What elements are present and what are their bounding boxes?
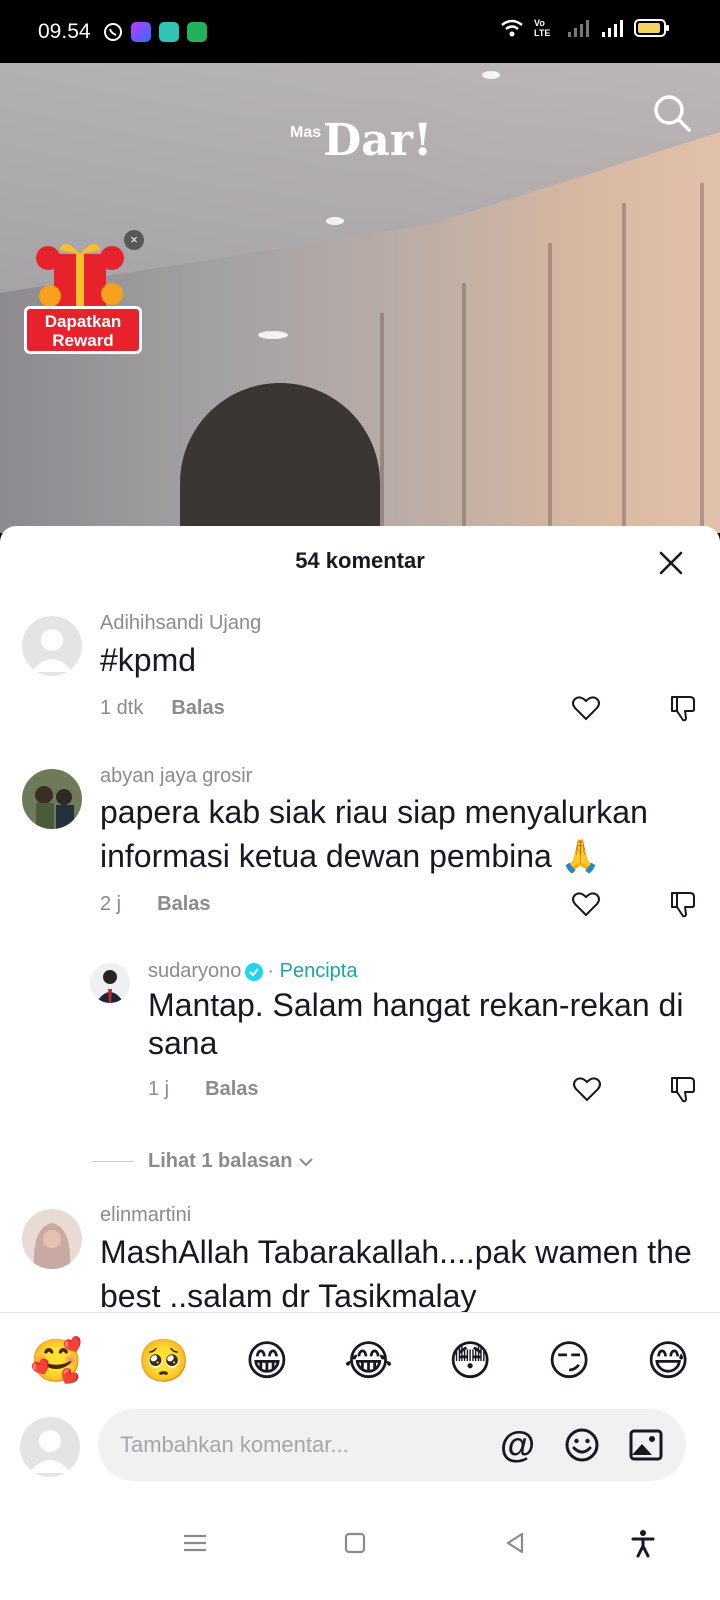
wifi-icon xyxy=(501,19,523,37)
emoji-button[interactable]: 🥺 xyxy=(137,1335,189,1387)
logo-main-text: Dar! xyxy=(323,115,433,166)
app-chat-icon xyxy=(158,21,179,42)
user-photo-icon xyxy=(22,769,82,829)
app-cube-icon xyxy=(130,21,151,42)
emoji-quick-row: 🥰 🥺 😁 😂 😳 😏 😅 xyxy=(30,1335,690,1387)
input-row: @ xyxy=(20,1409,700,1481)
video-wall-panel xyxy=(548,243,552,533)
reply-author-line: sudaryono · Pencipta xyxy=(148,960,357,983)
emoji-button[interactable]: 😂 xyxy=(344,1335,393,1387)
emoji-button[interactable]: 🥰 xyxy=(30,1335,82,1387)
system-nav-bar xyxy=(0,1500,720,1600)
menu-icon[interactable] xyxy=(180,1528,210,1558)
video-wall-panel xyxy=(380,313,384,533)
status-indicators: Vo LTE xyxy=(500,18,670,38)
emoji-button[interactable]: 😏 xyxy=(547,1335,591,1387)
video-light xyxy=(326,217,344,225)
reward-label-line1: Dapatkan xyxy=(44,312,122,331)
creator-badge: Pencipta xyxy=(279,960,358,982)
divider xyxy=(92,1161,134,1162)
avatar[interactable] xyxy=(90,963,130,1003)
back-icon[interactable] xyxy=(500,1528,530,1558)
user-photo-icon xyxy=(22,1209,82,1269)
reward-widget[interactable]: Dapatkan Reward × xyxy=(12,226,148,354)
video-wall-panel xyxy=(700,183,704,533)
video-player[interactable]: MasDar! Dapatkan Reward × xyxy=(0,63,720,533)
gift-icon xyxy=(36,243,124,307)
creator-photo-icon xyxy=(90,963,130,1003)
mention-icon[interactable]: @ xyxy=(500,1427,536,1463)
reply-button[interactable]: Balas xyxy=(171,697,224,720)
dislike-icon[interactable] xyxy=(668,693,698,723)
reward-close-icon[interactable]: × xyxy=(124,230,144,250)
comment-composer: 🥰 🥺 😁 😂 😳 😏 😅 @ xyxy=(0,1312,720,1500)
heart-icon[interactable] xyxy=(571,889,601,919)
status-bar: 09.54 Vo LTE xyxy=(0,0,720,63)
status-time: 09.54 xyxy=(38,19,91,43)
emoji-button[interactable]: 😅 xyxy=(646,1335,690,1387)
accessibility-icon[interactable] xyxy=(628,1528,658,1558)
comment-author[interactable]: elinmartini xyxy=(100,1204,191,1227)
image-icon[interactable] xyxy=(628,1427,664,1463)
view-replies-label: Lihat 1 balasan xyxy=(148,1150,293,1172)
signal-2-icon xyxy=(602,20,623,37)
reply-button[interactable]: Balas xyxy=(205,1078,258,1101)
comment-text: MashAllah Tabarakallah....pak wamen the … xyxy=(100,1234,692,1314)
verified-badge-icon xyxy=(245,962,264,981)
comment-meta: 1 j Balas xyxy=(148,1078,259,1101)
status-app-icons xyxy=(103,21,207,42)
default-avatar-icon xyxy=(20,1417,80,1477)
comment-author[interactable]: abyan jaya grosir xyxy=(100,765,252,788)
sheet-title: 54 komentar xyxy=(295,548,425,573)
dislike-icon[interactable] xyxy=(668,889,698,919)
chevron-down-icon xyxy=(298,1157,313,1166)
emoji-icon[interactable] xyxy=(564,1427,600,1463)
view-replies-button[interactable]: Lihat 1 balasan xyxy=(92,1150,313,1173)
volte-label: Vo LTE xyxy=(534,18,551,38)
reward-label-line2: Reward xyxy=(52,331,114,350)
comment-input-box[interactable]: @ xyxy=(98,1409,686,1481)
avatar[interactable] xyxy=(22,1209,82,1269)
video-wall-panel xyxy=(462,283,466,533)
comment-time: 1 dtk xyxy=(100,697,144,719)
reward-label[interactable]: Dapatkan Reward xyxy=(24,306,142,354)
avatar[interactable] xyxy=(22,769,82,829)
video-light xyxy=(482,71,500,79)
emoji-button[interactable]: 😁 xyxy=(245,1335,289,1387)
logo-small-text: Mas xyxy=(290,124,322,141)
heart-icon[interactable] xyxy=(571,693,601,723)
reply-button[interactable]: Balas xyxy=(157,893,210,916)
emoji-button[interactable]: 😳 xyxy=(448,1335,492,1387)
sheet-header: 54 komentar xyxy=(0,526,720,596)
app-shield-icon xyxy=(186,21,207,42)
comment-time: 1 j xyxy=(148,1078,170,1100)
dislike-icon[interactable] xyxy=(668,1074,698,1104)
comment-meta: 2 j Balas xyxy=(100,893,211,916)
home-square-icon[interactable] xyxy=(340,1528,370,1558)
channel-logo: MasDar! xyxy=(290,115,432,166)
close-icon[interactable] xyxy=(658,550,684,576)
comment-time: 2 j xyxy=(100,893,122,915)
comment-meta: 1 dtk Balas xyxy=(100,697,225,720)
search-icon[interactable] xyxy=(652,93,692,133)
my-avatar xyxy=(20,1417,80,1477)
default-avatar-icon xyxy=(22,616,82,676)
comment-input[interactable] xyxy=(120,1409,490,1481)
signal-1-icon xyxy=(568,20,589,37)
heart-icon[interactable] xyxy=(572,1074,602,1104)
video-wall-panel xyxy=(622,203,626,533)
avatar[interactable] xyxy=(22,616,82,676)
comment-author[interactable]: sudaryono xyxy=(148,960,241,982)
battery-icon xyxy=(634,19,669,37)
comment-author[interactable]: Adihihsandi Ujang xyxy=(100,612,261,635)
video-person xyxy=(180,383,380,533)
video-light xyxy=(258,331,288,339)
comment-text: papera kab siak riau siap menyalurkan in… xyxy=(100,794,648,874)
comment-text: #kpmd xyxy=(100,642,197,678)
author-separator: · xyxy=(267,960,275,982)
comment-text: Mantap. Salam hangat rekan-rekan di sana xyxy=(148,987,684,1061)
whatsapp-icon xyxy=(103,22,122,41)
